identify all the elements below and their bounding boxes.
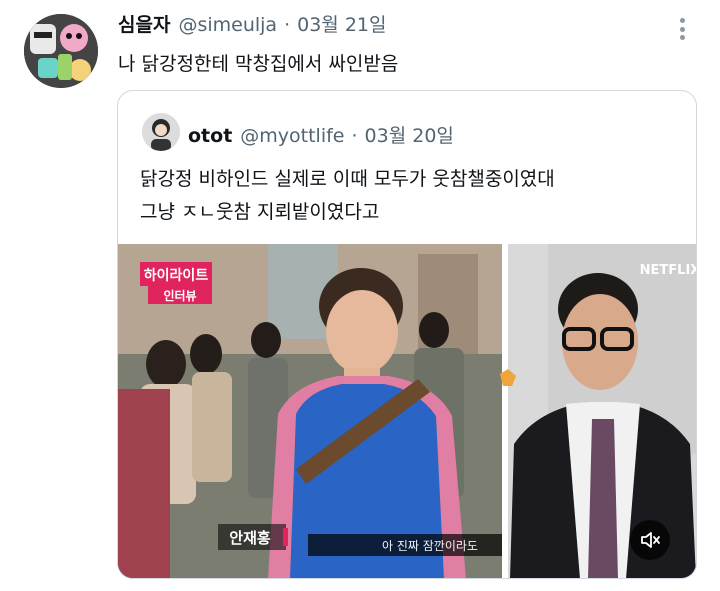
quoted-author-name: otot [188,125,233,147]
name-caption-accent [283,528,288,546]
highlight-badge-text: 하이라이트 [144,267,209,284]
quoted-tweet-text: 닭강정 비하인드 실제로 이때 모두가 웃참챌중이였대 그냥 ㅈㄴ웃참 지뢰밭이… [140,163,555,229]
quoted-header-separator: · [351,125,358,147]
avatar-illustration [24,14,98,88]
header-separator: · [284,14,291,36]
more-dot [679,18,685,23]
bystander [146,340,186,388]
bystander [251,322,281,358]
speaker-mute-glyph [641,532,660,548]
quoted-author-handle: @myottlife [240,125,345,147]
tweet-header: 심을자 @simeulja · 03월 21일 [118,10,386,37]
bystander [192,372,232,482]
more-dot [679,26,685,32]
panel-divider [502,244,508,578]
author-name[interactable]: 심을자 [118,10,170,37]
bystander [419,312,449,348]
storefront [418,254,478,364]
author-avatar[interactable] [24,14,98,88]
subtitle-text: 아 진짜 잠깐이라도 [382,539,478,553]
netflix-watermark: NETFLIX [640,263,696,278]
video-frame: 하이라이트 인터뷰 안재홍 아 진짜 잠깐이라도 NETFLIX [118,244,696,578]
tweet-date[interactable]: 03월 21일 [297,10,386,37]
quoted-tweet[interactable]: otot @myottlife · 03월 20일 닭강정 비하인드 실제로 이… [117,90,697,579]
quoted-text-line: 그냥 ㅈㄴ웃참 지뢰밭이였다고 [140,201,380,223]
tweet-text: 나 닭강정한테 막창집에서 싸인받음 [118,53,399,75]
foreground-figure [118,389,170,578]
quoted-tweet-header: otot @myottlife · 03월 20일 [188,121,454,148]
volume-mute-icon[interactable] [630,520,670,560]
quoted-avatar-illustration [142,113,180,151]
more-options-icon[interactable] [672,14,692,44]
interview-badge-text: 인터뷰 [163,288,196,303]
quoted-author-avatar[interactable] [142,113,180,151]
interviewee-tie [588,419,618,578]
quoted-text-line: 닭강정 비하인드 실제로 이때 모두가 웃참챌중이였대 [140,168,555,190]
bystander [190,334,222,374]
author-handle[interactable]: @simeulja [178,14,277,36]
main-person-face [326,290,398,374]
video-media[interactable]: 하이라이트 인터뷰 안재홍 아 진짜 잠깐이라도 NETFLIX [118,244,696,578]
more-dot [679,35,685,40]
name-caption-text: 안재홍 [229,529,271,547]
quoted-tweet-date: 03월 20일 [364,125,454,147]
